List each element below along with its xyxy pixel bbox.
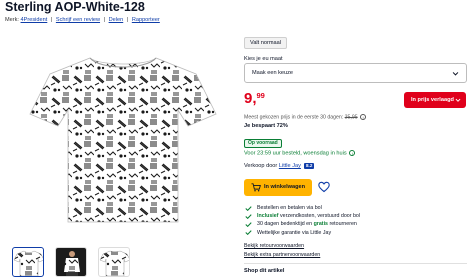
product-image[interactable] — [28, 52, 218, 227]
usp-item: Wettelijke garantie via Little Jay — [245, 229, 360, 237]
lowest-price-text: Meest gekozen prijs in de eerste 30 dage… — [244, 114, 344, 121]
tshirt-thumb-icon — [13, 250, 43, 276]
price-reduced-label: In prijs verlaagd — [411, 96, 454, 103]
usp-item: 30 dagen bedenktijd en gratis retournere… — [245, 220, 360, 228]
chevron-down-icon — [455, 98, 461, 102]
cart-icon — [251, 183, 261, 192]
add-to-cart-button[interactable]: In winkelwagen — [244, 179, 312, 196]
check-icon — [245, 205, 252, 211]
stock-badge: Op voorraad — [244, 139, 282, 148]
size-select-value: Maak een keuze — [252, 70, 294, 76]
info-icon[interactable]: i — [360, 114, 367, 120]
lowest-price-note: Meest gekozen prijs in de eerste 30 dage… — [244, 114, 367, 121]
price: 9,99 — [244, 90, 265, 108]
seller-score-badge: 8.2 — [304, 163, 314, 169]
seller-prefix: Verkoop door — [244, 163, 278, 169]
divider — [244, 263, 467, 264]
delivery-info: Voor 23:59 uur besteld, woensdag in huis… — [244, 150, 356, 157]
chevron-down-icon — [452, 72, 459, 76]
check-icon — [245, 222, 252, 227]
report-link[interactable]: Rapporteer — [132, 17, 160, 23]
old-price: 35,95 — [344, 114, 358, 121]
write-review-link[interactable]: Schrijf een review — [56, 17, 100, 23]
seller-info: Verkoop door Little Jay 8.2 — [244, 163, 314, 169]
price-cents: 99 — [256, 91, 265, 100]
size-select-label: Kies je eu maat — [244, 56, 283, 62]
tshirt-back-thumb-icon — [99, 250, 129, 276]
product-title: Sterling AOP-White-128 — [5, 0, 145, 14]
delivery-text: Voor 23:59 uur besteld, woensdag in huis — [244, 150, 347, 157]
return-terms-link[interactable]: Bekijk retourvoorwaarden — [244, 243, 304, 249]
wishlist-heart-icon[interactable] — [318, 181, 330, 193]
usp-list: Bestellen en betalen via bol Inclusief v… — [245, 204, 360, 237]
separator: | — [126, 17, 129, 23]
thumbnail-strip — [12, 247, 130, 277]
usp-item: Inclusief verzendkosten, verstuurd door … — [245, 212, 360, 220]
saving-text: Je bespaart 72% — [244, 123, 288, 129]
add-to-cart-label: In winkelwagen — [264, 184, 306, 190]
shop-section-heading: Shop dit artikel — [244, 268, 285, 274]
check-icon — [245, 230, 252, 236]
brand-prefix: Merk: — [5, 17, 19, 23]
fit-chip: Valt normaal — [244, 37, 287, 49]
product-meta: Merk: 4President | Schrijf een review | … — [5, 17, 160, 23]
price-euros: 9, — [244, 90, 257, 107]
seller-link[interactable]: Little Jay — [279, 163, 301, 169]
usp-item: Bestellen en betalen via bol — [245, 204, 360, 212]
share-link[interactable]: Delen — [109, 17, 124, 23]
partner-terms-link[interactable]: Bekijk extra partnervoorwaarden — [244, 252, 320, 258]
check-icon — [245, 213, 252, 219]
info-icon[interactable]: i — [349, 150, 356, 156]
brand-link[interactable]: 4President — [21, 17, 48, 23]
thumbnail-back[interactable] — [98, 247, 130, 277]
thumbnail-model[interactable] — [55, 247, 87, 277]
price-reduced-button[interactable]: In prijs verlaagd — [404, 92, 466, 108]
separator: | — [50, 17, 53, 23]
model-thumb-icon — [56, 248, 86, 276]
thumbnail-front[interactable] — [12, 247, 44, 277]
size-select[interactable]: Maak een keuze — [244, 63, 467, 83]
separator: | — [103, 17, 106, 23]
